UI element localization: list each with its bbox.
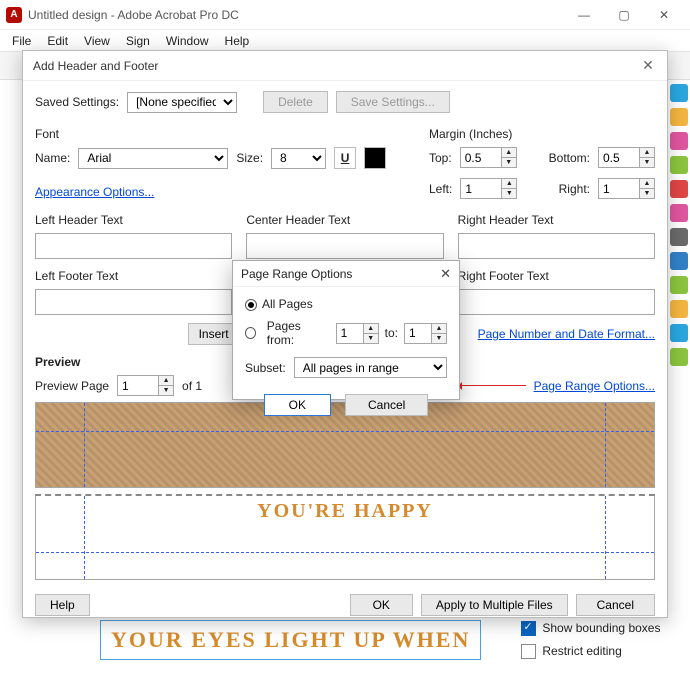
right-header-label: Right Header Text — [458, 213, 655, 227]
page-range-options-link[interactable]: Page Range Options... — [534, 379, 655, 393]
pages-to-input[interactable]: ▲▼ — [404, 323, 447, 344]
modal-title: Page Range Options — [241, 267, 440, 281]
appearance-options-link[interactable]: Appearance Options... — [35, 185, 154, 199]
preview-of-label: of 1 — [182, 379, 202, 393]
tool-icon[interactable] — [670, 300, 688, 318]
all-pages-radio[interactable] — [245, 299, 257, 311]
delete-button[interactable]: Delete — [263, 91, 328, 113]
left-header-label: Left Header Text — [35, 213, 232, 227]
font-name-select[interactable]: Arial — [78, 148, 228, 169]
preview-page-label: Preview Page — [35, 379, 109, 393]
dialog-title: Add Header and Footer — [33, 59, 639, 73]
menu-window[interactable]: Window — [158, 32, 217, 50]
menu-view[interactable]: View — [76, 32, 118, 50]
margin-bottom-input[interactable]: ▲▼ — [598, 147, 655, 168]
center-header-input[interactable] — [246, 233, 443, 259]
tool-icon[interactable] — [670, 348, 688, 366]
app-icon: A — [6, 7, 22, 23]
tool-icon[interactable] — [670, 108, 688, 126]
tool-icon[interactable] — [670, 252, 688, 270]
color-picker-button[interactable] — [364, 147, 386, 169]
subset-select[interactable]: All pages in range — [294, 357, 447, 378]
restrict-editing-label: Restrict editing — [542, 644, 621, 658]
right-tool-rail — [668, 80, 690, 370]
pages-to-label: to: — [385, 326, 398, 340]
preview-footer-area: YOU'RE HAPPY — [35, 494, 655, 580]
pages-from-label: Pages from: — [267, 319, 324, 347]
apply-multiple-button[interactable]: Apply to Multiple Files — [421, 594, 568, 616]
document-text: YOUR EYES LIGHT UP WHEN — [111, 627, 470, 652]
close-button[interactable]: ✕ — [644, 0, 684, 30]
preview-footer-text: YOU'RE HAPPY — [257, 500, 433, 523]
tool-icon[interactable] — [670, 228, 688, 246]
preview-page-input[interactable]: ▲▼ — [117, 375, 174, 396]
document-area: YOUR EYES LIGHT UP WHEN Show bounding bo… — [100, 620, 670, 660]
margin-left-label: Left: — [429, 182, 452, 196]
modal-ok-button[interactable]: OK — [264, 394, 331, 416]
font-size-label: Size: — [236, 151, 263, 165]
cancel-button[interactable]: Cancel — [576, 594, 655, 616]
margin-group-label: Margin (Inches) — [429, 127, 655, 141]
pages-from-input[interactable]: ▲▼ — [336, 323, 379, 344]
font-group-label: Font — [35, 127, 389, 141]
all-pages-label: All Pages — [262, 297, 313, 311]
saved-settings-select[interactable]: [None specified] — [127, 92, 237, 113]
menu-edit[interactable]: Edit — [39, 32, 76, 50]
left-footer-input[interactable] — [35, 289, 232, 315]
tool-icon[interactable] — [670, 180, 688, 198]
right-footer-input[interactable] — [458, 289, 655, 315]
tool-icon[interactable] — [670, 324, 688, 342]
margin-left-input[interactable]: ▲▼ — [460, 178, 517, 199]
tool-icon[interactable] — [670, 276, 688, 294]
page-range-options-dialog: Page Range Options ✕ All Pages Pages fro… — [232, 260, 460, 400]
window-title: Untitled design - Adobe Acrobat Pro DC — [28, 8, 564, 22]
menu-file[interactable]: File — [4, 32, 39, 50]
page-number-date-format-link[interactable]: Page Number and Date Format... — [478, 327, 655, 341]
left-header-input[interactable] — [35, 233, 232, 259]
modal-close-icon[interactable]: ✕ — [440, 266, 451, 282]
margin-right-label: Right: — [559, 182, 590, 196]
tool-icon[interactable] — [670, 84, 688, 102]
margin-top-label: Top: — [429, 151, 452, 165]
tool-icon[interactable] — [670, 132, 688, 150]
font-name-label: Name: — [35, 151, 70, 165]
tool-icon[interactable] — [670, 156, 688, 174]
left-footer-label: Left Footer Text — [35, 269, 232, 283]
restrict-editing-checkbox[interactable] — [521, 644, 536, 659]
center-header-label: Center Header Text — [246, 213, 443, 227]
margin-top-input[interactable]: ▲▼ — [460, 147, 517, 168]
dialog-close-icon[interactable]: ✕ — [639, 57, 657, 74]
titlebar: A Untitled design - Adobe Acrobat Pro DC… — [0, 0, 690, 30]
help-button[interactable]: Help — [35, 594, 90, 616]
saved-settings-label: Saved Settings: — [35, 95, 119, 109]
margin-bottom-label: Bottom: — [549, 151, 590, 165]
annotation-arrow — [461, 385, 526, 386]
save-settings-button[interactable]: Save Settings... — [336, 91, 450, 113]
menubar: File Edit View Sign Window Help — [0, 30, 690, 52]
right-footer-label: Right Footer Text — [458, 269, 655, 283]
menu-help[interactable]: Help — [217, 32, 258, 50]
minimize-button[interactable]: ― — [564, 0, 604, 30]
margin-right-input[interactable]: ▲▼ — [598, 178, 655, 199]
ok-button[interactable]: OK — [350, 594, 413, 616]
modal-cancel-button[interactable]: Cancel — [345, 394, 428, 416]
right-header-input[interactable] — [458, 233, 655, 259]
tool-icon[interactable] — [670, 204, 688, 222]
maximize-button[interactable]: ▢ — [604, 0, 644, 30]
pages-from-radio[interactable] — [245, 327, 256, 339]
menu-sign[interactable]: Sign — [118, 32, 158, 50]
font-size-select[interactable]: 8 — [271, 148, 326, 169]
subset-label: Subset: — [245, 361, 286, 375]
underline-button[interactable]: U — [334, 147, 356, 169]
